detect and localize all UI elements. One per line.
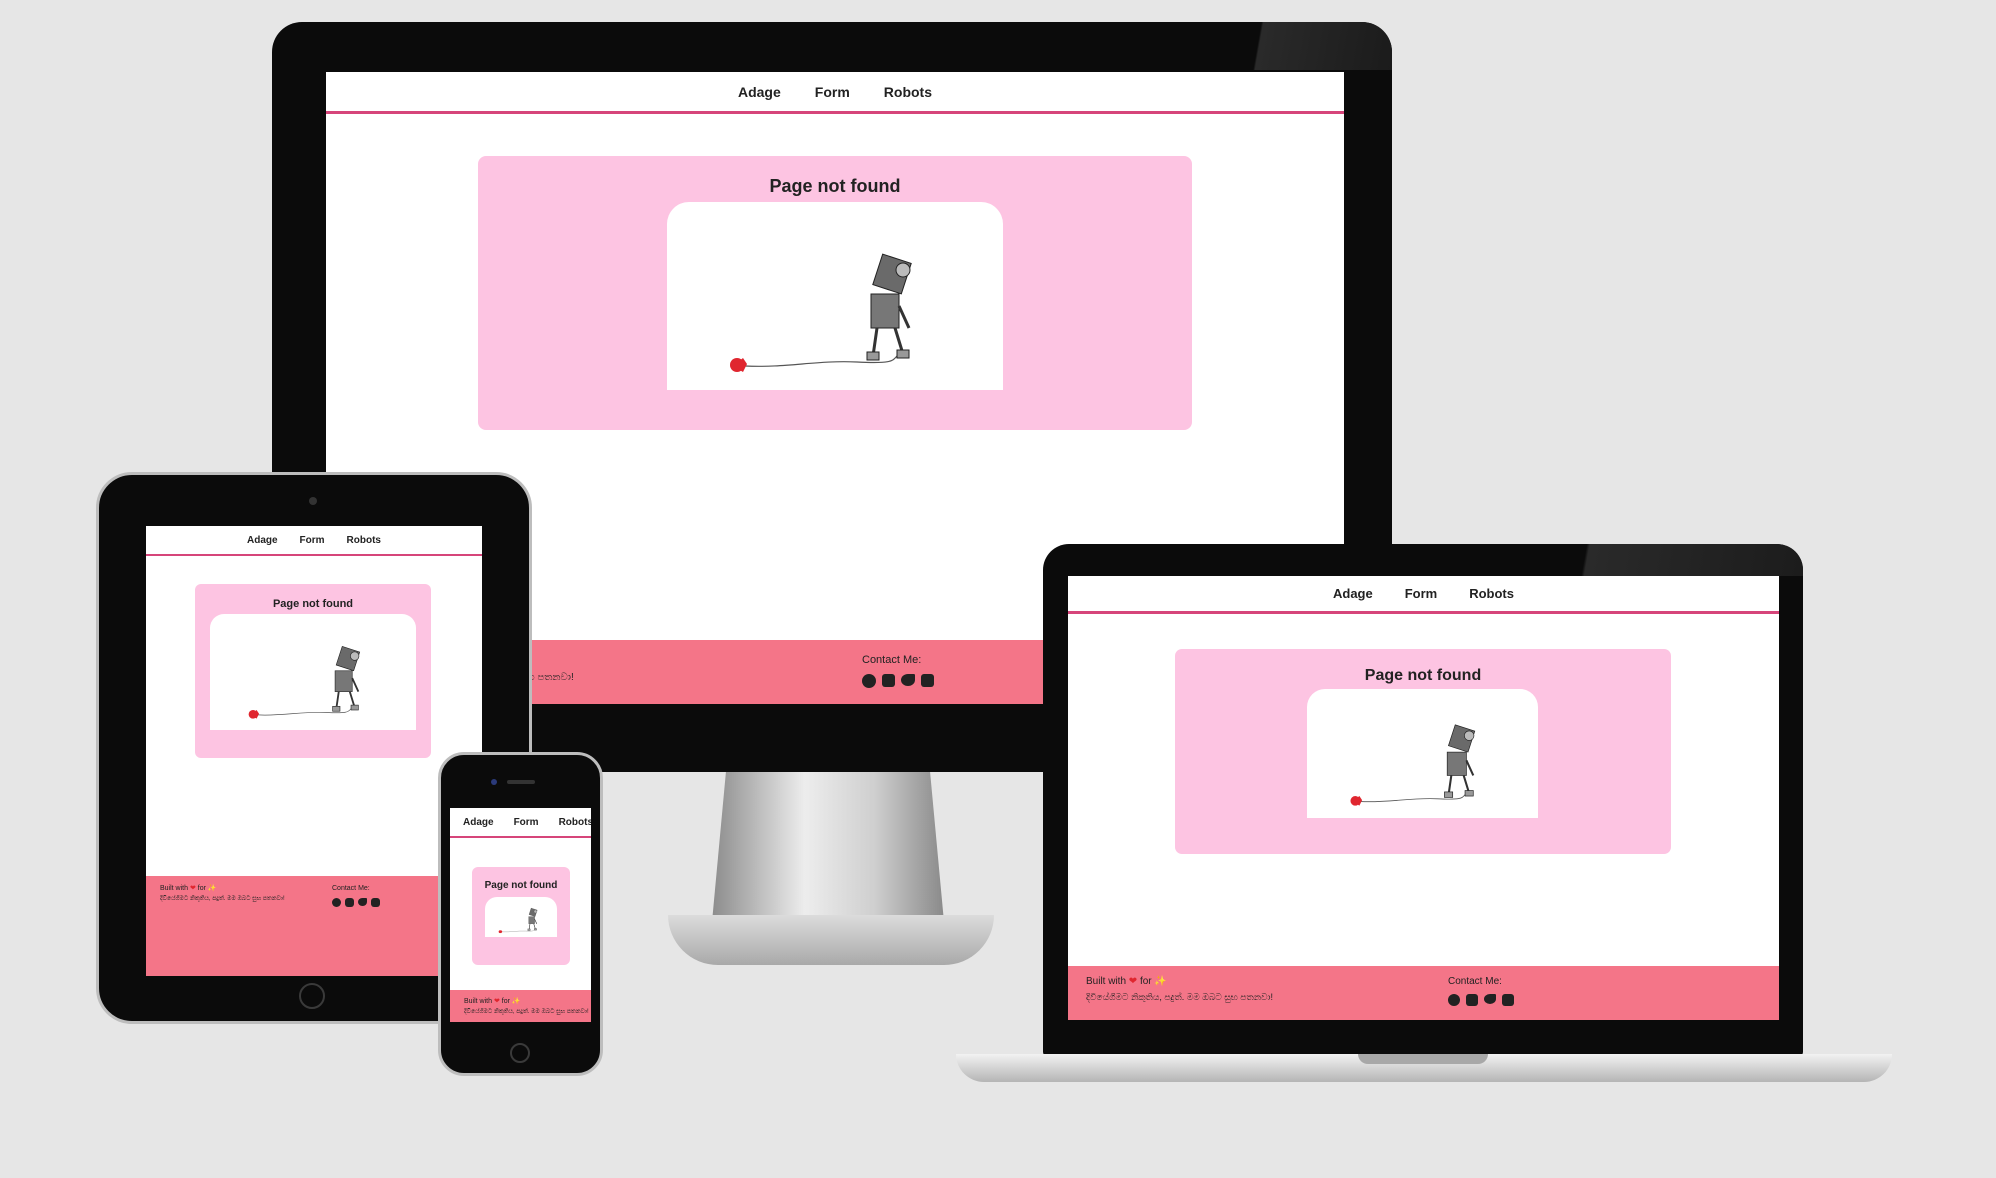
phone-speaker: [507, 780, 535, 784]
laptop-notch: [1358, 1054, 1488, 1064]
tablet-screen: Adage Form Robots Page not found Built w…: [146, 526, 482, 976]
footer-built-with: Built with ❤ for ✨: [464, 997, 521, 1005]
not-found-card: Page not found: [478, 156, 1192, 430]
linkedin-icon[interactable]: [921, 674, 934, 687]
footer-tagline: දිවියේගිමට නිකුතිය, පදුත්. මම ඔබට සුභ පත…: [1086, 992, 1273, 1002]
instagram-icon[interactable]: [882, 674, 895, 687]
desktop-stand-base: [668, 915, 994, 965]
sparkle-icon: ✨: [511, 998, 521, 1005]
phone-camera: [491, 779, 497, 785]
laptop-navbar: Adage Form Robots: [1068, 576, 1779, 614]
built-with-text: Built with: [1086, 976, 1129, 987]
robot-illustration: [485, 897, 557, 937]
tablet-navbar: Adage Form Robots: [146, 526, 482, 556]
social-icons: [332, 898, 380, 907]
footer-built-with: Built with ❤ for ✨: [160, 884, 217, 892]
nav-link-robots[interactable]: Robots: [347, 535, 381, 546]
tablet-home-button: [299, 983, 325, 1009]
nav-link-form[interactable]: Form: [514, 817, 539, 828]
phone-home-button: [510, 1043, 530, 1063]
sparkle-icon: ✨: [207, 885, 217, 892]
desktop-navbar: Adage Form Robots: [326, 72, 1344, 114]
nav-link-robots[interactable]: Robots: [559, 817, 591, 828]
heart-icon: ❤: [1128, 976, 1138, 987]
nav-link-robots[interactable]: Robots: [884, 84, 932, 100]
github-icon[interactable]: [1448, 994, 1460, 1006]
page-title: Page not found: [1364, 667, 1482, 684]
phone-screen: Adage Form Robots Page not found Built w…: [450, 808, 591, 1022]
laptop-screen: Adage Form Robots Page not found Built w…: [1068, 576, 1779, 1020]
page-title: Page not found: [272, 598, 354, 610]
built-with-text: Built with: [464, 998, 494, 1005]
footer-built-with: Built with ❤ for ✨: [1086, 976, 1167, 987]
nav-link-adage[interactable]: Adage: [1333, 586, 1373, 601]
social-icons: [862, 674, 934, 688]
twitter-icon[interactable]: [1484, 994, 1496, 1004]
built-for-text: for: [499, 998, 512, 1005]
desktop-stand: [712, 772, 944, 922]
footer-tagline: දිවියේගිමට නිකුතිය, පදුත්. මම ඔබට සුභ පත…: [160, 896, 285, 902]
sparkle-icon: ✨: [1154, 976, 1167, 987]
phone-footer: Built with ❤ for ✨ දිවියේගිමට නිකුතිය, ප…: [450, 990, 591, 1022]
built-with-text: Built with: [160, 885, 190, 892]
twitter-icon[interactable]: [901, 674, 915, 686]
laptop-footer: Built with ❤ for ✨ දිවියේගිමට නිකුතිය, ප…: [1068, 966, 1779, 1020]
page-title: Page not found: [484, 880, 558, 891]
contact-label: Contact Me:: [1448, 976, 1502, 987]
github-icon[interactable]: [862, 674, 876, 688]
footer-tagline: දිවියේගිමට නිකුතිය, පදුත්. මම ඔබට සුභ පත…: [464, 1009, 589, 1015]
instagram-icon[interactable]: [1466, 994, 1478, 1006]
nav-link-form[interactable]: Form: [1405, 586, 1438, 601]
contact-label: Contact Me:: [332, 885, 370, 892]
nav-link-form[interactable]: Form: [300, 535, 325, 546]
laptop-glare: [1513, 544, 1803, 576]
social-icons: [1448, 994, 1514, 1006]
robot-illustration: [210, 614, 416, 730]
built-for-text: for: [195, 885, 208, 892]
nav-link-robots[interactable]: Robots: [1469, 586, 1514, 601]
robot-illustration: [1307, 689, 1538, 818]
nav-link-form[interactable]: Form: [815, 84, 850, 100]
tablet-camera: [309, 497, 317, 505]
tablet-footer: Built with ❤ for ✨ දිවියේගිමට නිකුතිය, ප…: [146, 876, 482, 976]
nav-link-adage[interactable]: Adage: [247, 535, 278, 546]
built-for-text: for: [1137, 976, 1155, 987]
robot-illustration: [667, 202, 1003, 390]
contact-label: Contact Me:: [862, 654, 922, 666]
github-icon[interactable]: [332, 898, 341, 907]
desktop-glare: [1202, 22, 1392, 70]
page-title: Page not found: [769, 176, 901, 196]
linkedin-icon[interactable]: [1502, 994, 1514, 1006]
linkedin-icon[interactable]: [371, 898, 380, 907]
instagram-icon[interactable]: [345, 898, 354, 907]
twitter-icon[interactable]: [358, 898, 367, 906]
nav-link-adage[interactable]: Adage: [738, 84, 781, 100]
not-found-card: Page not found: [472, 867, 570, 965]
nav-link-adage[interactable]: Adage: [463, 817, 494, 828]
phone-navbar: Adage Form Robots: [450, 808, 591, 838]
not-found-card: Page not found: [195, 584, 431, 758]
not-found-card: Page not found: [1175, 649, 1671, 854]
